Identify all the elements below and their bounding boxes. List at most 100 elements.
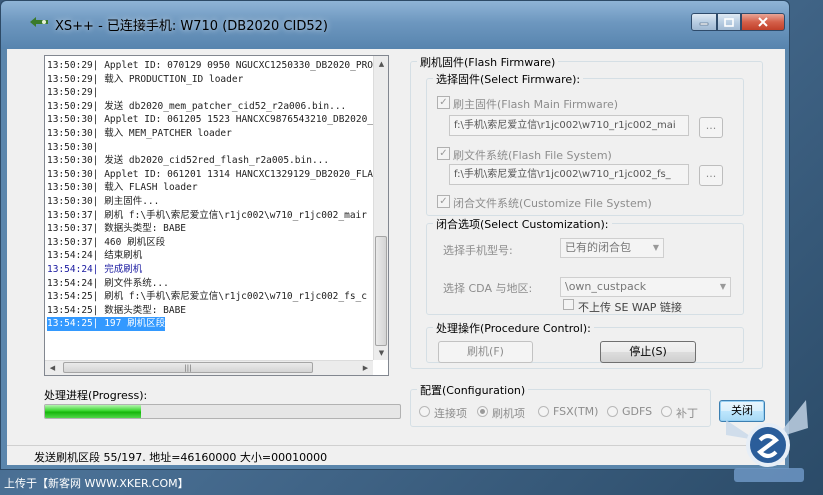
log-line-text: 13:54:25| 197 刷机区段	[47, 317, 166, 331]
log-line-text: 13:50:29|	[47, 87, 99, 99]
cda-label: 选择 CDA 与地区:	[443, 282, 533, 295]
scroll-up-icon[interactable]: ▲	[374, 56, 388, 71]
upload-credit-text: 上传于【新客网 WWW.XKER.COM】	[4, 477, 189, 490]
log-line[interactable]: 13:54:24| 刷文件系统...	[47, 277, 377, 291]
log-line-text: 13:50:37| 460 刷机区段	[47, 236, 166, 248]
config-option-label: 连接项	[434, 407, 467, 420]
log-line[interactable]: 13:54:25| 197 刷机区段	[47, 317, 377, 331]
window-title: XS++ - 已连接手机: W710 (DB2020 CID52)	[55, 19, 328, 34]
log-line-text: 13:50:37| 刷机 f:\手机\索尼爱立信\r1jc002\w710_r1…	[47, 209, 367, 221]
config-option-label: 补丁	[676, 407, 698, 420]
check-icon: ✓	[439, 195, 448, 207]
log-line[interactable]: 13:54:24| 结束刷机	[47, 249, 377, 263]
log-line-text: 13:50:30| Applet ID: 061205 1523 HANCXC9…	[47, 114, 377, 126]
log-line[interactable]: 13:50:30|	[47, 141, 377, 155]
file-system-path[interactable]: f:\手机\索尼爱立信\r1jc002\w710_r1jc002_fs_	[449, 164, 689, 185]
log-line-text: 13:50:30|	[47, 141, 99, 153]
client-area: 13:50:29| Applet ID: 070129 0950 NGUCXC1…	[7, 49, 785, 445]
log-line[interactable]: 13:54:24| 完成刷机	[47, 263, 377, 277]
log-line-text: 13:54:24| 结束刷机	[47, 250, 143, 262]
site-logo-watermark-icon	[726, 400, 808, 482]
select-customization-title: 闭合选项(Select Customization):	[433, 216, 612, 232]
status-bar: 发送刷机区段 55/197. 地址=46160000 大小=00010000	[7, 445, 785, 465]
progress-fill	[45, 405, 141, 418]
config-radio-0[interactable]	[419, 406, 430, 417]
cda-select[interactable]: \own_custpack ▼	[560, 277, 731, 297]
log-line-text: 13:54:24| 完成刷机	[47, 263, 143, 275]
scroll-right-icon[interactable]: ▶	[358, 361, 373, 375]
phone-model-value: 已有的闭合包	[565, 241, 631, 254]
hscroll-thumb[interactable]: |||	[63, 362, 313, 373]
log-line-text: 13:50:30| Applet ID: 061201 1314 HANCXC1…	[47, 168, 377, 180]
config-radio-3[interactable]	[607, 406, 618, 417]
log-line-text: 13:50:30| 载入 MEM_PATCHER loader	[47, 127, 232, 139]
log-line[interactable]: 13:50:30| 发送 db2020_cid52red_flash_r2a00…	[47, 154, 377, 168]
status-text: 发送刷机区段 55/197. 地址=46160000 大小=00010000	[34, 451, 328, 464]
log-line[interactable]: 13:54:25| 刷机 f:\手机\索尼爱立信\r1jc002\w710_r1…	[47, 290, 377, 304]
scroll-thumb[interactable]	[375, 236, 387, 346]
config-radio-4[interactable]	[661, 406, 672, 417]
no-upload-label: 不上传 SE WAP 链接	[578, 301, 682, 314]
close-window-button[interactable]	[741, 13, 785, 31]
progress-label: 处理进程(Progress):	[44, 389, 148, 402]
maximize-button[interactable]	[717, 13, 741, 31]
config-radio-2[interactable]	[538, 406, 549, 417]
phone-model-label: 选择手机型号:	[443, 244, 513, 257]
maximize-icon	[724, 17, 734, 27]
title-bar[interactable]: XS++ - 已连接手机: W710 (DB2020 CID52)	[1, 1, 789, 49]
customize-fs-checkbox[interactable]: ✓	[437, 195, 450, 208]
minimize-button[interactable]	[691, 13, 717, 31]
log-line[interactable]: 13:50:30| Applet ID: 061201 1314 HANCXC1…	[47, 168, 377, 182]
log-horizontal-scrollbar[interactable]: ◀ ||| ▶	[45, 360, 373, 375]
log-line-text: 13:50:30| 刷主固件...	[47, 195, 160, 207]
config-option-label: FSX(TM)	[553, 405, 599, 418]
log-line[interactable]: 13:50:29| 发送 db2020_mem_patcher_cid52_r2…	[47, 100, 377, 114]
main-firmware-checkbox[interactable]: ✓	[437, 96, 450, 109]
config-radio-1[interactable]	[477, 406, 488, 417]
app-icon	[30, 17, 48, 27]
log-line-text: 13:50:30| 载入 FLASH loader	[47, 182, 198, 194]
flash-button[interactable]: 刷机(F)	[438, 341, 533, 363]
select-firmware-title: 选择固件(Select Firmware):	[433, 71, 584, 87]
log-line-text: 13:50:29| 发送 db2020_mem_patcher_cid52_r2…	[47, 100, 347, 112]
configuration-title: 配置(Configuration)	[417, 382, 529, 398]
app-window: XS++ - 已连接手机: W710 (DB2020 CID52) 13:50:…	[0, 0, 790, 470]
scroll-left-icon[interactable]: ◀	[45, 361, 60, 375]
log-line[interactable]: 13:50:37| 460 刷机区段	[47, 236, 377, 250]
stop-button[interactable]: 停止(S)	[600, 341, 696, 363]
config-option-label: 刷机项	[492, 407, 525, 420]
chevron-down-icon: ▼	[652, 243, 659, 252]
browse-main-firmware-button[interactable]: ...	[699, 117, 723, 138]
log-list[interactable]: 13:50:29| Applet ID: 070129 0950 NGUCXC1…	[44, 55, 389, 376]
config-option-label: GDFS	[622, 405, 653, 418]
cda-value: \own_custpack	[565, 280, 647, 293]
log-line[interactable]: 13:50:30| 载入 FLASH loader	[47, 181, 377, 195]
log-line-text: 13:54:25| 刷机 f:\手机\索尼爱立信\r1jc002\w710_r1…	[47, 291, 367, 303]
main-firmware-label: 刷主固件(Flash Main Firmware)	[453, 98, 619, 111]
log-vertical-scrollbar[interactable]: ▲ ▼	[373, 56, 388, 360]
log-line-text: 13:54:25| 数据头类型: BABE	[47, 304, 187, 316]
log-line[interactable]: 13:50:37| 刷机 f:\手机\索尼爱立信\r1jc002\w710_r1…	[47, 209, 377, 223]
log-line-text: 13:50:29| 载入 PRODUCTION_ID loader	[47, 73, 244, 85]
log-line[interactable]: 13:50:29| 载入 PRODUCTION_ID loader	[47, 73, 377, 87]
log-line[interactable]: 13:50:30| Applet ID: 061205 1523 HANCXC9…	[47, 113, 377, 127]
log-line[interactable]: 13:50:30| 刷主固件...	[47, 195, 377, 209]
procedure-control-title: 处理操作(Procedure Control):	[433, 320, 594, 336]
log-line-text: 13:50:30| 发送 db2020_cid52red_flash_r2a00…	[47, 155, 330, 167]
log-line[interactable]: 13:54:25| 数据头类型: BABE	[47, 304, 377, 318]
browse-file-system-button[interactable]: ...	[699, 165, 723, 186]
phone-model-select[interactable]: 已有的闭合包 ▼	[560, 238, 664, 258]
file-system-label: 刷文件系统(Flash File System)	[453, 149, 612, 162]
log-line-text: 13:54:24| 刷文件系统...	[47, 277, 169, 289]
log-line[interactable]: 13:50:29|	[47, 86, 377, 100]
main-firmware-path[interactable]: f:\手机\索尼爱立信\r1jc002\w710_r1jc002_mai	[449, 115, 689, 136]
close-icon	[758, 17, 768, 27]
no-upload-checkbox[interactable]	[563, 299, 574, 310]
scroll-down-icon[interactable]: ▼	[374, 345, 388, 360]
log-line[interactable]: 13:50:30| 载入 MEM_PATCHER loader	[47, 127, 377, 141]
file-system-checkbox[interactable]: ✓	[437, 147, 450, 160]
log-line-text: 13:50:37| 数据头类型: BABE	[47, 223, 187, 235]
progress-bar	[44, 404, 401, 419]
log-line[interactable]: 13:50:37| 数据头类型: BABE	[47, 222, 377, 236]
log-line[interactable]: 13:50:29| Applet ID: 070129 0950 NGUCXC1…	[47, 59, 377, 73]
